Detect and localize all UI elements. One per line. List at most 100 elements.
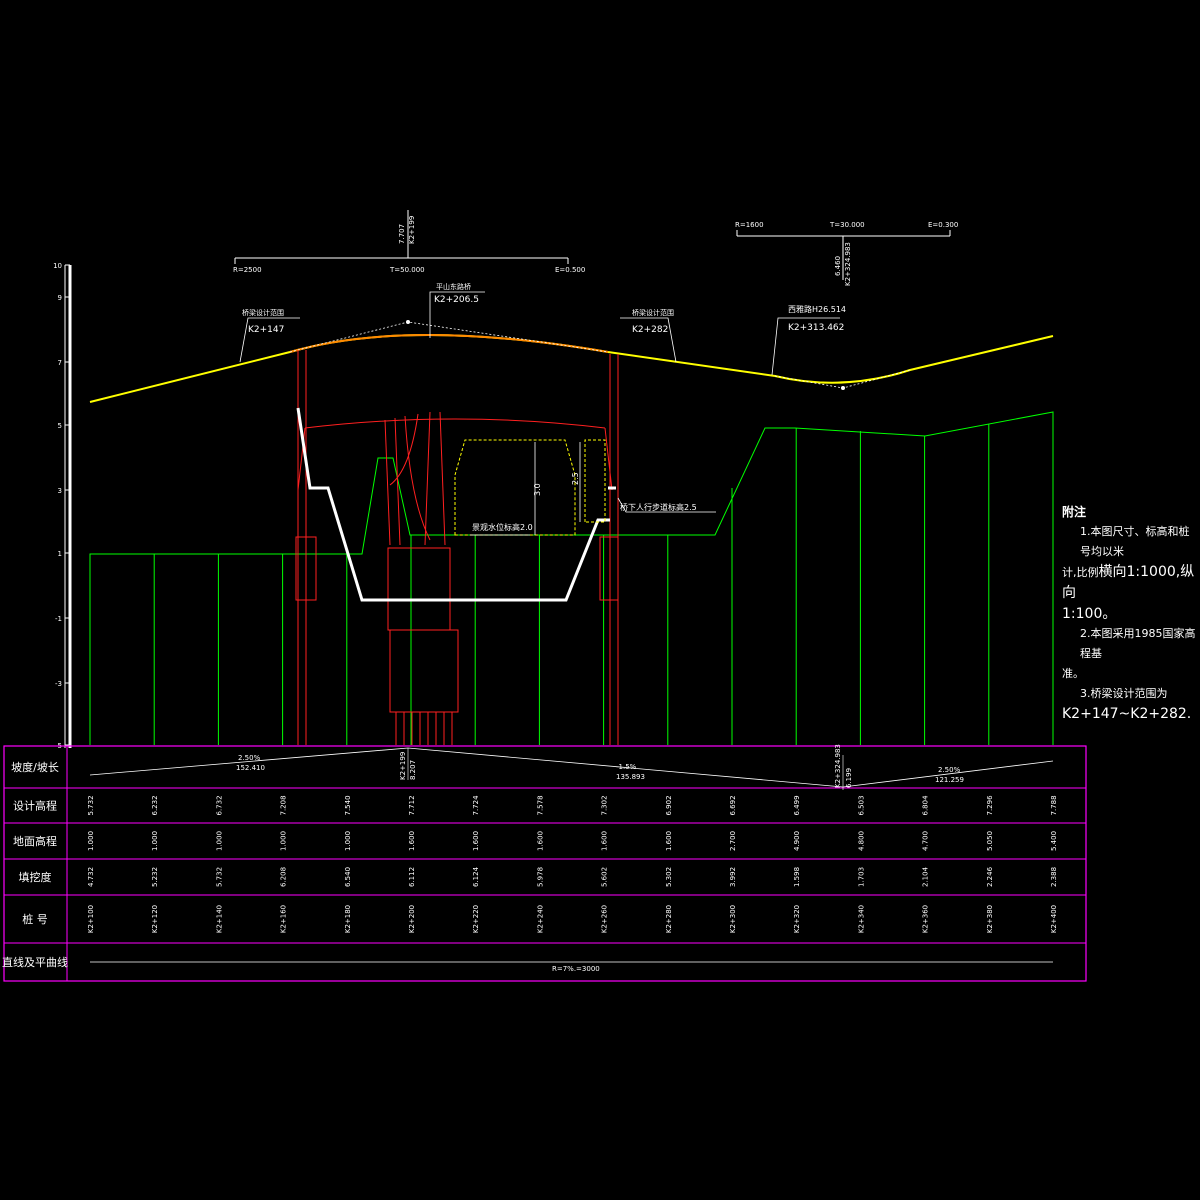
vc1-e-label: E=0.500 bbox=[555, 266, 585, 274]
grade-seg-3-pct: 2.50% bbox=[938, 766, 961, 774]
grade-seg-1-pct: 2.50% bbox=[238, 754, 261, 762]
notes-line-7: K2+147~K2+282. bbox=[1062, 706, 1192, 722]
table-cell: K2+140 bbox=[215, 905, 223, 933]
notes-line-6: 3.桥梁设计范围为 bbox=[1080, 687, 1168, 700]
table-cell: K2+240 bbox=[536, 905, 544, 933]
profile-drawing: 1097531-1-3-5 R=2500 T=50.000 E=0.500 7.… bbox=[0, 0, 1200, 1200]
table-cell: K2+340 bbox=[857, 905, 865, 933]
notes-line-5: 准。 bbox=[1062, 667, 1084, 680]
callout-bridge-center-label: 平山东路桥 bbox=[436, 282, 471, 291]
table-cell: 6.540 bbox=[344, 867, 352, 887]
vc1-r-label: R=2500 bbox=[233, 266, 262, 274]
vc1-t-label: T=50.000 bbox=[389, 266, 425, 274]
table-cell: 1.600 bbox=[536, 831, 544, 851]
table-cell: 4.800 bbox=[857, 831, 865, 851]
notes-line-4: 2.本图采用1985国家高程基 bbox=[1080, 627, 1196, 660]
notes-line-3: 1:100。 bbox=[1062, 606, 1117, 622]
walkway-label: 桥下人行步道标高2.5 bbox=[620, 502, 697, 512]
grade-point-1-station: K2+199 bbox=[399, 752, 407, 780]
table-cell: 1.598 bbox=[793, 867, 801, 887]
axis-tick-label: 10 bbox=[53, 262, 62, 270]
callout-bridge-end-label: 桥梁设计范围 bbox=[632, 308, 674, 317]
table-cell: 1.600 bbox=[472, 831, 480, 851]
grade-seg-2-len: 135.893 bbox=[616, 773, 645, 781]
notes-line-2: 计,比例横向1:1000,纵向 bbox=[1062, 562, 1198, 604]
table-cell: 7.724 bbox=[472, 795, 480, 816]
table-cell: 7.208 bbox=[280, 795, 288, 815]
pvi-point-2 bbox=[841, 386, 845, 390]
vc1-top-station: K2+199 bbox=[408, 216, 416, 244]
table-cell: 6.208 bbox=[280, 867, 288, 887]
callout-bridge-center-station: K2+206.5 bbox=[434, 295, 479, 305]
grade-seg-1-len: 152.410 bbox=[236, 764, 265, 772]
table-cell: 1.000 bbox=[344, 831, 352, 851]
table-row-label: 地面高程 bbox=[13, 834, 57, 848]
table-cell: 7.540 bbox=[344, 795, 352, 815]
table-cell: K2+280 bbox=[665, 905, 673, 933]
notes-line-1: 1.本图尺寸、标高和桩号均以米 bbox=[1080, 525, 1190, 558]
table-cell: 6.692 bbox=[729, 795, 737, 815]
table-row-label: 设计高程 bbox=[13, 799, 57, 813]
table-cell: 5.978 bbox=[536, 867, 544, 887]
table-cell: 7.302 bbox=[601, 795, 609, 815]
table-cell: 6.124 bbox=[472, 866, 480, 887]
table-cell: 6.732 bbox=[215, 795, 223, 815]
table-cell: 5.732 bbox=[87, 795, 95, 815]
alignment-curve-label: R=7%.=3000 bbox=[552, 965, 600, 973]
table-cell: 6.112 bbox=[408, 867, 416, 887]
table-cell: K2+300 bbox=[729, 905, 737, 933]
axis-tick-label: 9 bbox=[58, 294, 62, 302]
table-row-label: 桩 号 bbox=[22, 912, 48, 926]
table-cell: K2+100 bbox=[87, 905, 95, 933]
table-row-label: 直线及平曲线 bbox=[2, 955, 68, 969]
axis-tick-label: 5 bbox=[58, 422, 62, 430]
pvi-point-1 bbox=[406, 320, 410, 324]
callout-bridge-end-station: K2+282 bbox=[632, 325, 668, 335]
table-cell: K2+120 bbox=[151, 905, 159, 933]
table-cell: 6.503 bbox=[857, 795, 865, 815]
table-cell: K2+360 bbox=[922, 905, 930, 933]
table-cell: K2+320 bbox=[793, 905, 801, 933]
vc2-t-label: T=30.000 bbox=[829, 221, 865, 229]
table-cell: 1.000 bbox=[87, 831, 95, 851]
table-cell: 5.732 bbox=[215, 867, 223, 887]
dim-3-label: 3.0 bbox=[533, 483, 542, 496]
grade-seg-3-len: 121.259 bbox=[935, 776, 964, 784]
callout-bridge-start-label: 桥梁设计范围 bbox=[242, 308, 284, 317]
notes-title: 附注 bbox=[1062, 505, 1087, 519]
table-cell: 2.246 bbox=[986, 866, 994, 887]
table-cell: 2.388 bbox=[1050, 867, 1058, 887]
vc1-top-elev: 7.707 bbox=[398, 224, 406, 244]
table-cell: 4.732 bbox=[87, 867, 95, 887]
vc2-top-elev: 6.460 bbox=[834, 256, 842, 276]
table-cell: K2+180 bbox=[344, 905, 352, 933]
dim-25-label: 2.5 bbox=[571, 472, 580, 485]
axis-tick-label: -1 bbox=[55, 615, 62, 623]
callout-junction-station: K2+313.462 bbox=[788, 323, 844, 333]
table-cell: 7.712 bbox=[408, 795, 416, 815]
table-cell: 5.050 bbox=[986, 831, 994, 851]
table-cell: K2+260 bbox=[601, 905, 609, 933]
vc2-top-station: K2+324.983 bbox=[844, 242, 852, 286]
table-cell: 5.302 bbox=[665, 867, 673, 887]
table-cell: 7.296 bbox=[986, 795, 994, 816]
callout-junction-label: 西雅路H26.514 bbox=[788, 304, 846, 314]
axis-tick-label: -3 bbox=[55, 680, 62, 688]
table-cell: 5.602 bbox=[601, 867, 609, 887]
grade-point-1-elev: 8.207 bbox=[409, 760, 417, 780]
table-cell: 1.600 bbox=[408, 831, 416, 851]
notes-line-2a: 计,比例 bbox=[1062, 566, 1099, 579]
table-cell: 6.902 bbox=[665, 795, 673, 815]
table-cell: 5.232 bbox=[151, 867, 159, 887]
axis-tick-label: 3 bbox=[58, 487, 62, 495]
vc2-r-label: R=1600 bbox=[735, 221, 764, 229]
table-cell: 1.000 bbox=[151, 831, 159, 851]
water-level-label: 景观水位标高2.0 bbox=[472, 522, 533, 532]
table-row-label: 填挖度 bbox=[19, 870, 52, 884]
axis-tick-label: 1 bbox=[58, 550, 62, 558]
table-cell: 1.600 bbox=[665, 831, 673, 851]
table-cell: 6.804 bbox=[922, 795, 930, 816]
notes-panel: 附注 1.本图尺寸、标高和桩号均以米 计,比例横向1:1000,纵向 1:100… bbox=[1062, 502, 1198, 724]
table-cell: 1.600 bbox=[601, 831, 609, 851]
table-cell: 1.000 bbox=[280, 831, 288, 851]
